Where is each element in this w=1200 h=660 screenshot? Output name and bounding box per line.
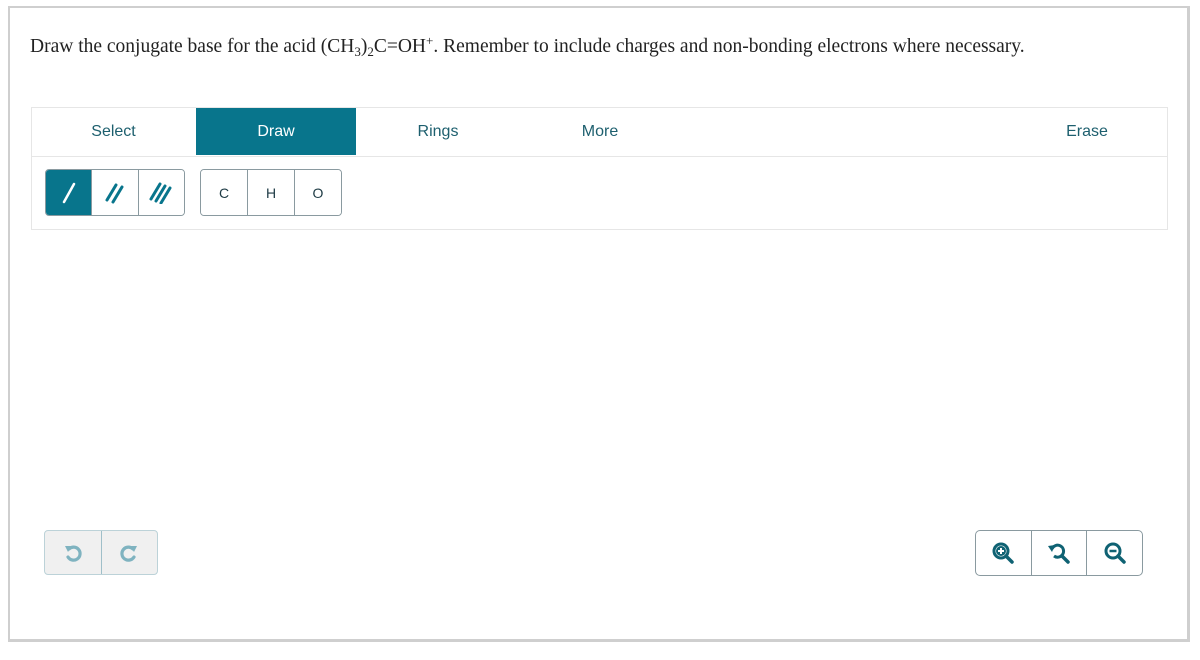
single-bond-button[interactable] bbox=[46, 170, 93, 215]
editor-tabs: Select Draw Rings More Erase bbox=[32, 108, 1167, 157]
bond-tool-group bbox=[45, 169, 185, 216]
double-bond-icon bbox=[105, 183, 124, 203]
reset-zoom-button[interactable] bbox=[1032, 531, 1088, 575]
redo-button[interactable] bbox=[102, 531, 158, 574]
atom-c-button[interactable]: C bbox=[201, 170, 248, 215]
history-controls bbox=[44, 530, 158, 575]
zoom-out-button[interactable] bbox=[1087, 531, 1142, 575]
question-text-part: C=OH bbox=[373, 36, 427, 57]
atom-tool-group: C H O bbox=[200, 169, 342, 216]
question-text-part: Draw the conjugate base for the acid (CH bbox=[30, 36, 355, 57]
zoom-in-icon bbox=[992, 542, 1015, 564]
zoom-controls bbox=[975, 530, 1143, 576]
tab-rings[interactable]: Rings bbox=[357, 108, 519, 155]
tab-draw[interactable]: Draw bbox=[196, 108, 356, 155]
question-text: Draw the conjugate base for the acid (CH… bbox=[30, 30, 1150, 64]
undo-icon bbox=[64, 545, 82, 562]
tab-erase[interactable]: Erase bbox=[1007, 108, 1167, 155]
atom-o-button[interactable]: O bbox=[295, 170, 341, 215]
triple-bond-icon bbox=[149, 182, 172, 204]
tab-more[interactable]: More bbox=[519, 108, 681, 155]
single-bond-icon bbox=[62, 182, 75, 203]
molecule-editor-toolbar: Select Draw Rings More Erase C H O bbox=[31, 107, 1168, 230]
triple-bond-button[interactable] bbox=[138, 170, 184, 215]
zoom-out-icon bbox=[1104, 542, 1126, 564]
undo-button[interactable] bbox=[45, 531, 102, 574]
redo-icon bbox=[120, 545, 138, 562]
tab-select[interactable]: Select bbox=[32, 108, 195, 155]
double-bond-button[interactable] bbox=[92, 170, 139, 215]
reset-zoom-icon bbox=[1048, 543, 1070, 564]
zoom-in-button[interactable] bbox=[976, 531, 1032, 575]
question-text-part: . Remember to include charges and non-bo… bbox=[433, 36, 1025, 57]
atom-h-button[interactable]: H bbox=[248, 170, 295, 215]
